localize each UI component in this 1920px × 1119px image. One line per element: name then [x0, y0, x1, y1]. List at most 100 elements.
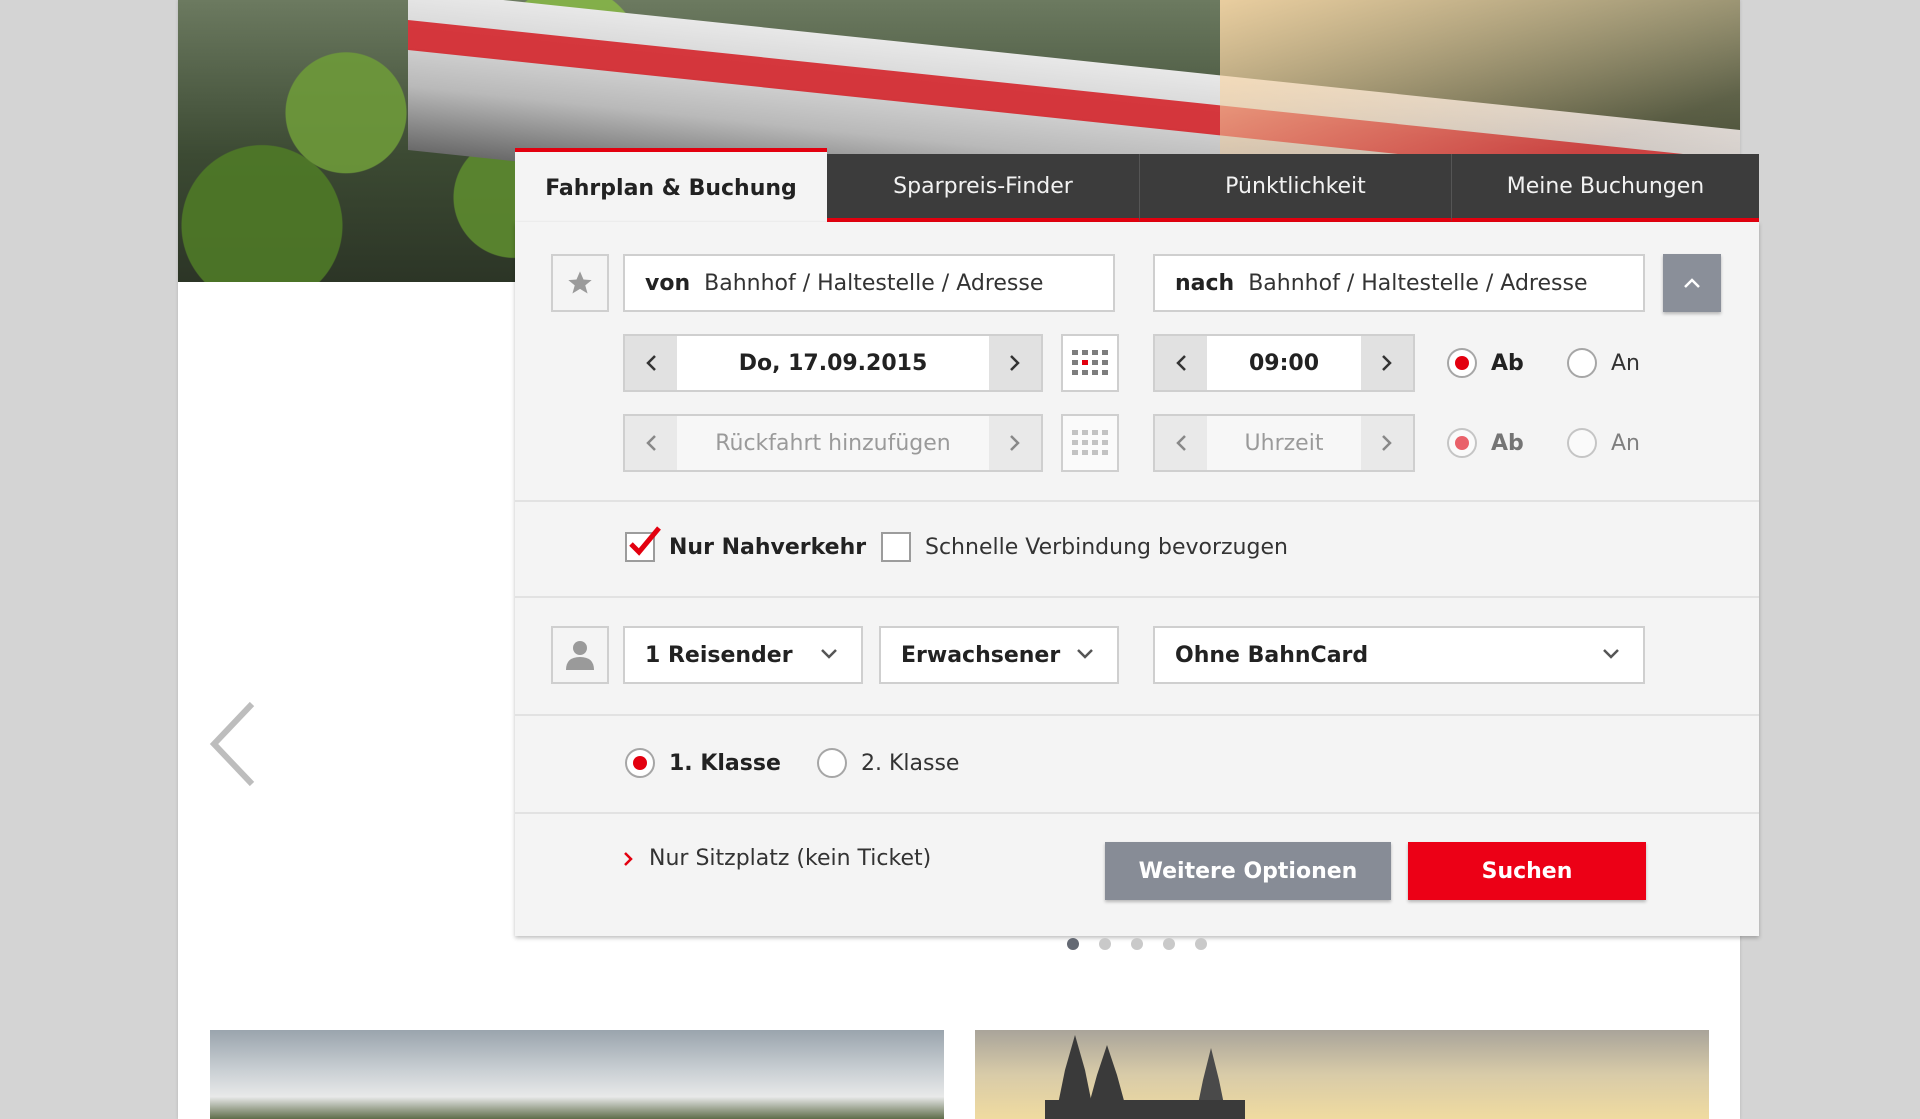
traveler-count-value: 1 Reisender [645, 642, 793, 668]
chevron-left-icon [1176, 355, 1186, 371]
carousel-dot[interactable] [1099, 938, 1111, 950]
radio-dot [817, 748, 847, 778]
outbound-arrival-label: An [1611, 350, 1640, 376]
checkmark-icon [629, 526, 661, 556]
chevron-left-icon [646, 435, 656, 451]
first-class-radio[interactable]: 1. Klasse [625, 748, 781, 778]
outbound-calendar-button[interactable] [1061, 334, 1119, 392]
radio-dot [625, 748, 655, 778]
return-time-next-button[interactable] [1361, 416, 1413, 470]
seat-only-label: Nur Sitzplatz (kein Ticket) [649, 846, 932, 871]
outbound-time-stepper: 09:00 [1153, 334, 1415, 392]
bahncard-value: Ohne BahnCard [1175, 642, 1369, 668]
tab-fahrplan-buchung[interactable]: Fahrplan & Buchung [515, 148, 827, 224]
booking-widget: Fahrplan & Buchung Sparpreis-Finder Pünk… [515, 148, 1759, 950]
return-departure-label: Ab [1491, 430, 1524, 456]
to-prefix: nach [1175, 270, 1235, 296]
chevron-down-icon [821, 649, 837, 659]
passenger-icon-box [551, 626, 609, 684]
chevron-up-icon [1684, 278, 1700, 288]
return-date-stepper: Rückfahrt hinzufügen [623, 414, 1043, 472]
more-options-button[interactable]: Weitere Optionen [1105, 842, 1391, 900]
return-time-placeholder[interactable]: Uhrzeit [1207, 416, 1361, 470]
traveler-type-value: Erwachsener [901, 642, 1061, 668]
chevron-left-icon [646, 355, 656, 371]
booking-panel: von Bahnhof / Haltestelle / Adresse nach B… [515, 222, 1759, 936]
checkbox-box [881, 532, 911, 562]
return-date-next-button[interactable] [989, 416, 1041, 470]
return-date-placeholder[interactable]: Rückfahrt hinzufügen [677, 416, 989, 470]
carousel-dot[interactable] [1131, 938, 1143, 950]
outbound-date[interactable]: Do, 17.09.2015 [677, 336, 989, 390]
star-icon [568, 271, 592, 294]
fast-connection-label: Schnelle Verbindung bevorzugen [925, 534, 1288, 560]
return-arrival-label: An [1611, 430, 1640, 456]
divider [515, 812, 1759, 814]
booking-tabs: Fahrplan & Buchung Sparpreis-Finder Pünk… [515, 148, 1759, 224]
tab-meine-buchungen[interactable]: Meine Buchungen [1451, 154, 1759, 222]
from-prefix: von [645, 270, 691, 296]
date-next-button[interactable] [989, 336, 1041, 390]
chevron-down-icon [1603, 649, 1619, 659]
chevron-down-icon [1077, 649, 1093, 659]
traveler-type-select[interactable]: Erwachsener [879, 626, 1119, 684]
teaser-image-right[interactable] [975, 1030, 1709, 1119]
cathedral-silhouette [1045, 1035, 1245, 1119]
carousel-dot[interactable] [1163, 938, 1175, 950]
seat-only-link[interactable]: Nur Sitzplatz (kein Ticket) [623, 846, 931, 871]
return-date-prev-button[interactable] [625, 416, 677, 470]
local-only-checkbox[interactable]: Nur Nahverkehr [625, 526, 867, 562]
outbound-departure-label: Ab [1491, 350, 1524, 376]
divider [515, 714, 1759, 716]
time-next-button[interactable] [1361, 336, 1413, 390]
calendar-icon [1072, 350, 1108, 375]
radio-dot [1567, 428, 1597, 458]
chevron-right-icon [624, 851, 633, 866]
calendar-icon [1072, 430, 1108, 455]
tab-sparpreis-finder[interactable]: Sparpreis-Finder [827, 154, 1139, 222]
traveler-count-select[interactable]: 1 Reisender [623, 626, 863, 684]
bahncard-select[interactable]: Ohne BahnCard [1153, 626, 1645, 684]
chevron-left-icon [1176, 435, 1186, 451]
radio-dot [1567, 348, 1597, 378]
divider [515, 500, 1759, 502]
second-class-label: 2. Klasse [861, 750, 960, 776]
carousel-dot[interactable] [1067, 938, 1079, 950]
date-prev-button[interactable] [625, 336, 677, 390]
radio-dot [1447, 348, 1477, 378]
second-class-radio[interactable]: 2. Klasse [817, 748, 959, 778]
return-calendar-button[interactable] [1061, 414, 1119, 472]
from-placeholder: Bahnhof / Haltestelle / Adresse [704, 270, 1044, 296]
fast-connection-checkbox[interactable]: Schnelle Verbindung bevorzugen [881, 532, 1288, 562]
outbound-date-stepper: Do, 17.09.2015 [623, 334, 1043, 392]
local-only-label: Nur Nahverkehr [669, 534, 867, 560]
favorite-button[interactable] [551, 254, 609, 312]
return-departure-radio[interactable]: Ab [1447, 428, 1524, 458]
carousel-dot[interactable] [1195, 938, 1207, 950]
to-placeholder: Bahnhof / Haltestelle / Adresse [1248, 270, 1588, 296]
carousel-dots [515, 938, 1759, 950]
tab-puenktlichkeit[interactable]: Pünktlichkeit [1139, 154, 1451, 222]
outbound-time[interactable]: 09:00 [1207, 336, 1361, 390]
from-input[interactable]: von Bahnhof / Haltestelle / Adresse [623, 254, 1115, 312]
to-input[interactable]: nach Bahnhof / Haltestelle / Adresse [1153, 254, 1645, 312]
search-button[interactable]: Suchen [1408, 842, 1646, 900]
radio-dot [1447, 428, 1477, 458]
outbound-departure-radio[interactable]: Ab [1447, 348, 1524, 378]
outbound-arrival-radio[interactable]: An [1567, 348, 1640, 378]
return-time-stepper: Uhrzeit [1153, 414, 1415, 472]
checkbox-box [625, 526, 661, 562]
divider [515, 596, 1759, 598]
return-time-prev-button[interactable] [1155, 416, 1207, 470]
chevron-right-icon [1010, 355, 1020, 371]
chevron-right-icon [1010, 435, 1020, 451]
first-class-label: 1. Klasse [669, 750, 781, 776]
time-prev-button[interactable] [1155, 336, 1207, 390]
collapse-button[interactable] [1663, 254, 1721, 312]
page-container: Fahrplan & Buchung Sparpreis-Finder Pünk… [178, 0, 1759, 1119]
return-arrival-radio[interactable]: An [1567, 428, 1640, 458]
teaser-image-left[interactable] [210, 1030, 944, 1119]
carousel-prev-arrow-icon[interactable] [208, 700, 258, 788]
chevron-right-icon [1382, 435, 1392, 451]
chevron-right-icon [1382, 355, 1392, 371]
